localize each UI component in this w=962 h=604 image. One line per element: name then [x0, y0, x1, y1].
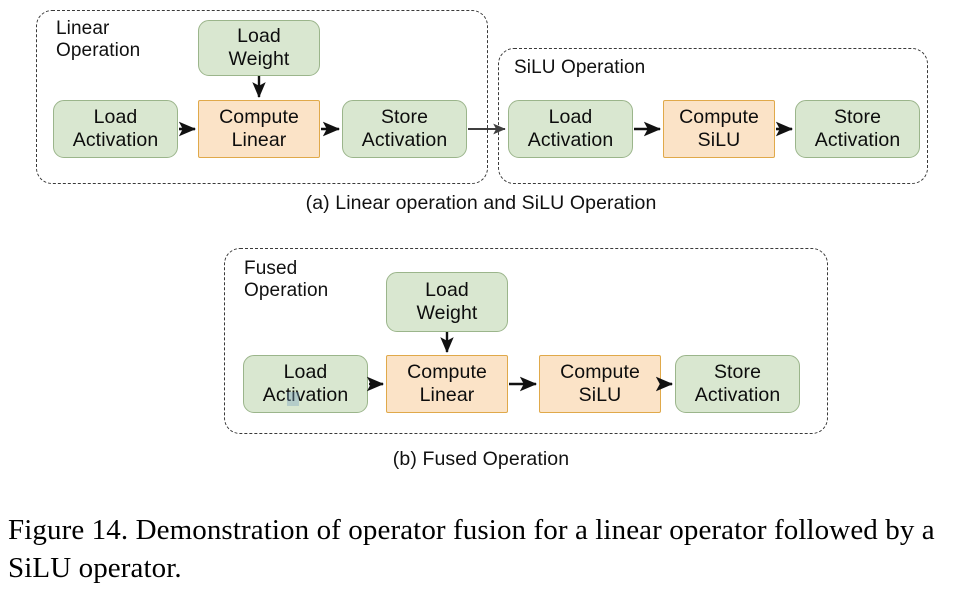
subcaption-panel-b: (b) Fused Operation: [392, 448, 570, 470]
node-compute-linear[interactable]: Compute Linear: [198, 100, 320, 158]
figure-caption: Figure 14. Demonstration of operator fus…: [8, 514, 935, 584]
node-load-activation-b[interactable]: Load Activation: [243, 355, 368, 413]
group-label-fused-operation: Fused Operation: [244, 258, 329, 302]
node-load-activation-2[interactable]: Load Activation: [508, 100, 633, 158]
figure-operator-fusion: Linear Operation SiLU Operation Load Wei…: [0, 0, 962, 604]
node-compute-silu-b[interactable]: Compute SiLU: [539, 355, 661, 413]
node-load-weight[interactable]: Load Weight: [198, 20, 320, 76]
group-label-silu-operation: SiLU Operation: [514, 57, 646, 78]
subcaption-panel-a: (a) Linear operation and SiLU Operation: [305, 192, 657, 214]
node-store-activation-2[interactable]: Store Activation: [795, 100, 920, 158]
group-label-linear-operation: Linear Operation: [56, 18, 141, 62]
node-store-activation[interactable]: Store Activation: [342, 100, 467, 158]
node-load-weight-b[interactable]: Load Weight: [386, 272, 508, 332]
node-load-activation[interactable]: Load Activation: [53, 100, 178, 158]
node-compute-silu[interactable]: Compute SiLU: [663, 100, 775, 158]
node-store-activation-b[interactable]: Store Activation: [675, 355, 800, 413]
node-compute-linear-b[interactable]: Compute Linear: [386, 355, 508, 413]
